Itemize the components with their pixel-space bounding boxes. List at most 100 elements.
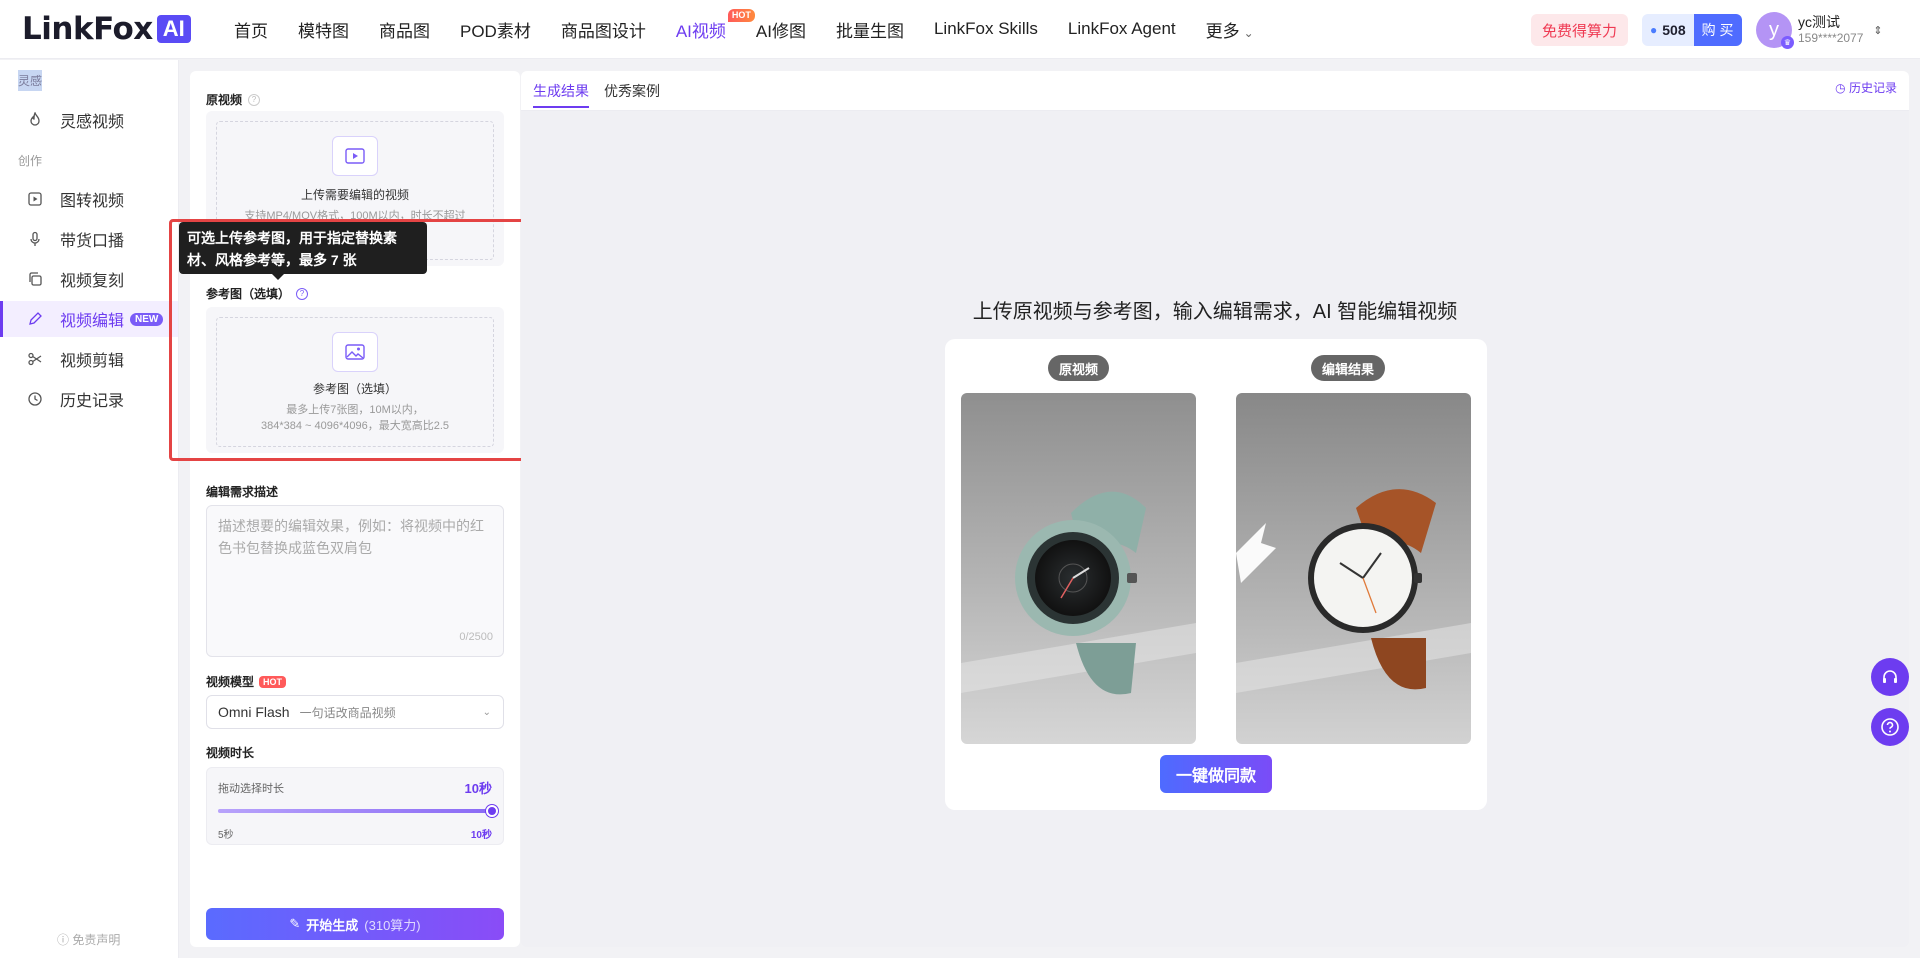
generate-label: 开始生成	[306, 917, 359, 933]
sidebar-item-label: 灵感视频	[60, 114, 125, 131]
generate-cost: (310算力)	[364, 917, 421, 933]
linkfox-logo[interactable]: LinkFox AI	[22, 11, 191, 47]
sidebar-item-label: 历史记录	[60, 393, 125, 410]
slider-fill	[218, 809, 492, 813]
nav-item-model-image[interactable]: 模特图	[298, 17, 349, 42]
new-badge: NEW	[130, 312, 164, 326]
hot-badge: HOT	[259, 675, 287, 688]
user-phone: 159****2077	[1798, 31, 1864, 45]
magic-wand-icon: ✎	[289, 916, 301, 931]
sidebar-item-label: 视频编辑	[60, 313, 125, 330]
info-icon: ⓘ	[57, 933, 73, 947]
history-link[interactable]: ◷ 历史记录	[1835, 79, 1897, 96]
sidebar-item-inspire-video[interactable]: 灵感视频	[0, 102, 178, 138]
sidebar-item-history[interactable]: 历史记录	[0, 381, 178, 417]
nav-item-home[interactable]: 首页	[234, 17, 268, 42]
result-panel: 生成结果 优秀案例 ◷ 历史记录 上传原视频与参考图，输入编辑需求，AI 智能编…	[521, 71, 1909, 947]
nav-more-label: 更多	[1205, 21, 1240, 41]
edit-form-panel: 原视频? 上传需要编辑的视频 支持MP4/MOV格式，100M以内，时长不超过 …	[190, 71, 520, 947]
play-square-icon	[26, 190, 44, 208]
demo-card: 原视频 编辑结果 一键做同款	[945, 339, 1487, 810]
history-icon: ◷	[1835, 81, 1849, 95]
logo-text: LinkFox	[22, 11, 153, 47]
vip-crown-icon: ♛	[1781, 36, 1794, 49]
model-sub: 一句话改商品视频	[299, 705, 396, 720]
points-widget: ● 508 购 买	[1642, 14, 1742, 46]
nav-item-more[interactable]: 更多 ⌄	[1206, 17, 1254, 42]
help-circle-icon[interactable]	[1871, 708, 1909, 746]
nav-item-agent[interactable]: LinkFox Agent	[1068, 19, 1176, 39]
hot-badge: HOT	[727, 8, 755, 22]
nav-item-ai-video-label: AI视频	[675, 21, 726, 41]
nav-item-product-image[interactable]: 商品图	[379, 17, 430, 42]
disclaimer-link[interactable]: ⓘ 免责声明	[57, 931, 120, 948]
model-label: 视频模型 HOT	[206, 673, 287, 690]
avatar-letter: y	[1769, 18, 1779, 41]
avatar: y ♛	[1756, 12, 1794, 49]
upload-title: 上传需要编辑的视频	[300, 188, 409, 202]
nav-item-product-design[interactable]: 商品图设计	[561, 17, 646, 42]
copy-icon	[26, 270, 44, 288]
sidebar-item-image-to-video[interactable]: 图转视频	[0, 181, 178, 217]
user-name: yc测试	[1798, 14, 1840, 30]
duration-min: 5秒	[218, 830, 234, 841]
sidebar: 灵感 灵感视频 创作 图转视频 带货口播 视频复刻 视频编辑 NEW 视频剪辑 …	[0, 60, 179, 958]
description-label: 编辑需求描述	[206, 485, 279, 499]
pencil-icon	[26, 310, 44, 328]
logo-ai-badge: AI	[156, 15, 191, 43]
sidebar-item-label: 视频剪辑	[60, 353, 125, 370]
duration-box: 拖动选择时长 10秒 5秒 10秒	[206, 767, 504, 845]
chevron-down-icon: ⌄	[482, 706, 491, 718]
nav-item-pod[interactable]: POD素材	[460, 17, 531, 42]
duration-label: 视频时长	[206, 746, 255, 760]
make-same-button[interactable]: 一键做同款	[1160, 755, 1272, 793]
demo-title: 上传原视频与参考图，输入编辑需求，AI 智能编辑视频	[972, 301, 1458, 323]
microphone-icon	[26, 230, 44, 248]
slider-handle[interactable]	[486, 805, 498, 817]
duration-slider[interactable]	[218, 805, 498, 817]
after-label: 编辑结果	[1311, 355, 1386, 381]
tab-results[interactable]: 生成结果	[533, 81, 589, 108]
updown-chevron-icon: ⇕	[1873, 24, 1883, 37]
clock-icon	[26, 390, 44, 408]
buy-button[interactable]: 购 买	[1693, 14, 1742, 46]
tab-examples[interactable]: 优秀案例	[604, 81, 660, 101]
model-label-text: 视频模型	[206, 675, 255, 689]
user-menu[interactable]: y ♛ yc测试 159****2077 ⇕	[1756, 12, 1883, 49]
generate-button[interactable]: ✎ 开始生成 (310算力)	[206, 908, 504, 940]
points-count: ● 508	[1642, 14, 1694, 46]
model-select[interactable]: Omni Flash 一句话改商品视频 ⌄	[206, 695, 504, 729]
scissors-icon	[26, 350, 44, 368]
chevron-down-icon: ⌄	[1243, 25, 1254, 40]
free-credits-button[interactable]: 免费得算力	[1531, 14, 1628, 46]
nav-item-skills[interactable]: LinkFox Skills	[934, 19, 1038, 39]
before-label: 原视频	[1048, 355, 1110, 381]
after-watch-image	[1236, 393, 1471, 744]
nav-item-ai-video[interactable]: AI视频 HOT	[675, 8, 755, 42]
model-value: Omni Flash	[218, 704, 290, 720]
sidebar-item-label: 带货口播	[60, 233, 125, 250]
sidebar-item-label: 图转视频	[60, 193, 125, 210]
sidebar-item-livestream[interactable]: 带货口播	[0, 221, 178, 257]
points-drop-icon: ●	[1650, 23, 1658, 37]
before-watch-image	[961, 393, 1196, 744]
headset-icon[interactable]	[1871, 658, 1909, 696]
top-navigation-bar: LinkFox AI 首页 模特图 商品图 POD素材 商品图设计 AI视频 HO…	[0, 0, 1920, 59]
sidebar-item-label: 视频复刻	[60, 273, 125, 290]
sidebar-item-video-cut[interactable]: 视频剪辑	[0, 341, 178, 377]
sidebar-item-video-edit[interactable]: 视频编辑 NEW	[0, 301, 178, 337]
sidebar-section-inspire: 灵感	[18, 70, 43, 91]
sidebar-section-create: 创作	[18, 154, 43, 168]
nav-item-batch[interactable]: 批量生图	[836, 17, 904, 42]
source-video-label-text: 原视频	[206, 93, 243, 107]
help-icon[interactable]: ?	[248, 93, 261, 106]
disclaimer-label: 免责声明	[72, 933, 121, 947]
reference-tooltip: 可选上传参考图，用于指定替换素材、风格参考等，最多 7 张	[179, 222, 427, 280]
description-placeholder: 描述想要的编辑效果，例如：将视频中的红色书包替换成蓝色双肩包	[218, 518, 484, 556]
nav-item-ai-retouch[interactable]: AI修图	[756, 17, 806, 42]
main-nav: 首页 模特图 商品图 POD素材 商品图设计 AI视频 HOT AI修图 批量生图…	[234, 0, 1284, 58]
source-video-label: 原视频?	[206, 91, 261, 108]
duration-max: 10秒	[470, 830, 492, 841]
description-textarea[interactable]: 描述想要的编辑效果，例如：将视频中的红色书包替换成蓝色双肩包 0/2500	[206, 505, 504, 657]
sidebar-item-video-replicate[interactable]: 视频复刻	[0, 261, 178, 297]
